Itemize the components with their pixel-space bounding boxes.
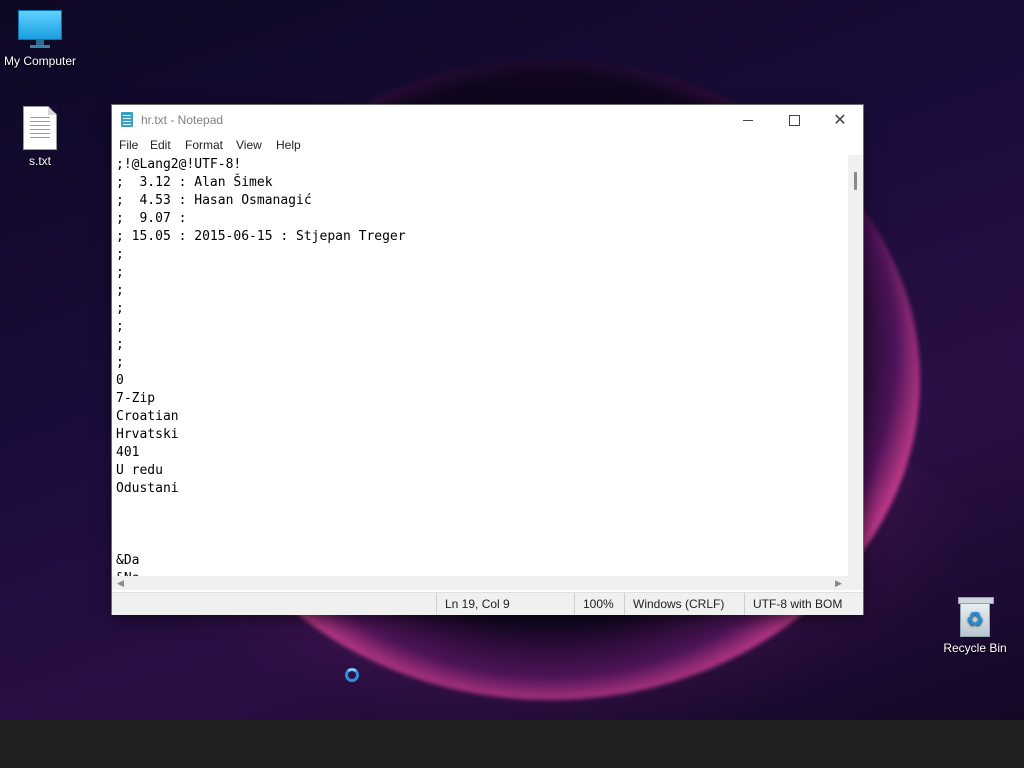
horizontal-scrollbar[interactable]: ◀ ▶ xyxy=(112,576,848,590)
desktop-icon-recycle-bin[interactable]: ♻ Recycle Bin xyxy=(935,597,1015,655)
menu-file[interactable]: File xyxy=(119,138,138,152)
maximize-button[interactable] xyxy=(771,105,817,135)
notepad-window[interactable]: hr.txt - Notepad ✕ File Edit Format View… xyxy=(111,104,864,615)
scroll-right-icon[interactable]: ▶ xyxy=(835,577,842,589)
window-title: hr.txt - Notepad xyxy=(141,113,224,127)
desktop-icon-my-computer[interactable]: My Computer xyxy=(0,10,80,68)
zoom-level: 100% xyxy=(574,593,624,615)
notepad-icon xyxy=(121,112,133,127)
recycle-bin-icon: ♻ xyxy=(958,597,994,637)
menu-help[interactable]: Help xyxy=(276,138,301,152)
close-icon: ✕ xyxy=(833,110,847,129)
line-endings: Windows (CRLF) xyxy=(624,593,744,615)
menu-view[interactable]: View xyxy=(236,138,262,152)
close-button[interactable]: ✕ xyxy=(817,105,863,135)
maximize-icon xyxy=(788,115,800,127)
desktop-icon-label: My Computer xyxy=(3,54,77,68)
taskbar[interactable] xyxy=(0,720,1024,768)
desktop-icon-label: s.txt xyxy=(28,154,51,168)
minimize-button[interactable] xyxy=(725,105,771,135)
title-bar[interactable]: hr.txt - Notepad ✕ xyxy=(112,105,863,135)
encoding: UTF-8 with BOM xyxy=(744,593,863,615)
cursor-position: Ln 19, Col 9 xyxy=(436,593,574,615)
status-bar: Ln 19, Col 9 100% Windows (CRLF) UTF-8 w… xyxy=(112,592,863,615)
vertical-scrollbar[interactable] xyxy=(848,155,863,576)
minimize-icon xyxy=(743,120,753,122)
busy-cursor-icon xyxy=(345,668,359,682)
desktop-icon-label: Recycle Bin xyxy=(943,641,1007,655)
vertical-scroll-thumb[interactable] xyxy=(854,172,857,190)
desktop: My Computer s.txt ♻ Recycle Bin hr.txt -… xyxy=(0,0,1024,720)
editor-content[interactable]: ;!@Lang2@!UTF-8! ; 3.12 : Alan Šimek ; 4… xyxy=(116,156,406,576)
text-file-icon xyxy=(23,106,57,150)
scroll-corner xyxy=(848,576,863,590)
menu-bar: File Edit Format View Help xyxy=(112,135,863,155)
text-editor[interactable]: ;!@Lang2@!UTF-8! ; 3.12 : Alan Šimek ; 4… xyxy=(112,155,848,576)
menu-edit[interactable]: Edit xyxy=(150,138,171,152)
menu-format[interactable]: Format xyxy=(185,138,223,152)
monitor-icon xyxy=(18,10,62,50)
desktop-icon-s-txt[interactable]: s.txt xyxy=(0,106,80,168)
scroll-left-icon[interactable]: ◀ xyxy=(117,577,124,589)
